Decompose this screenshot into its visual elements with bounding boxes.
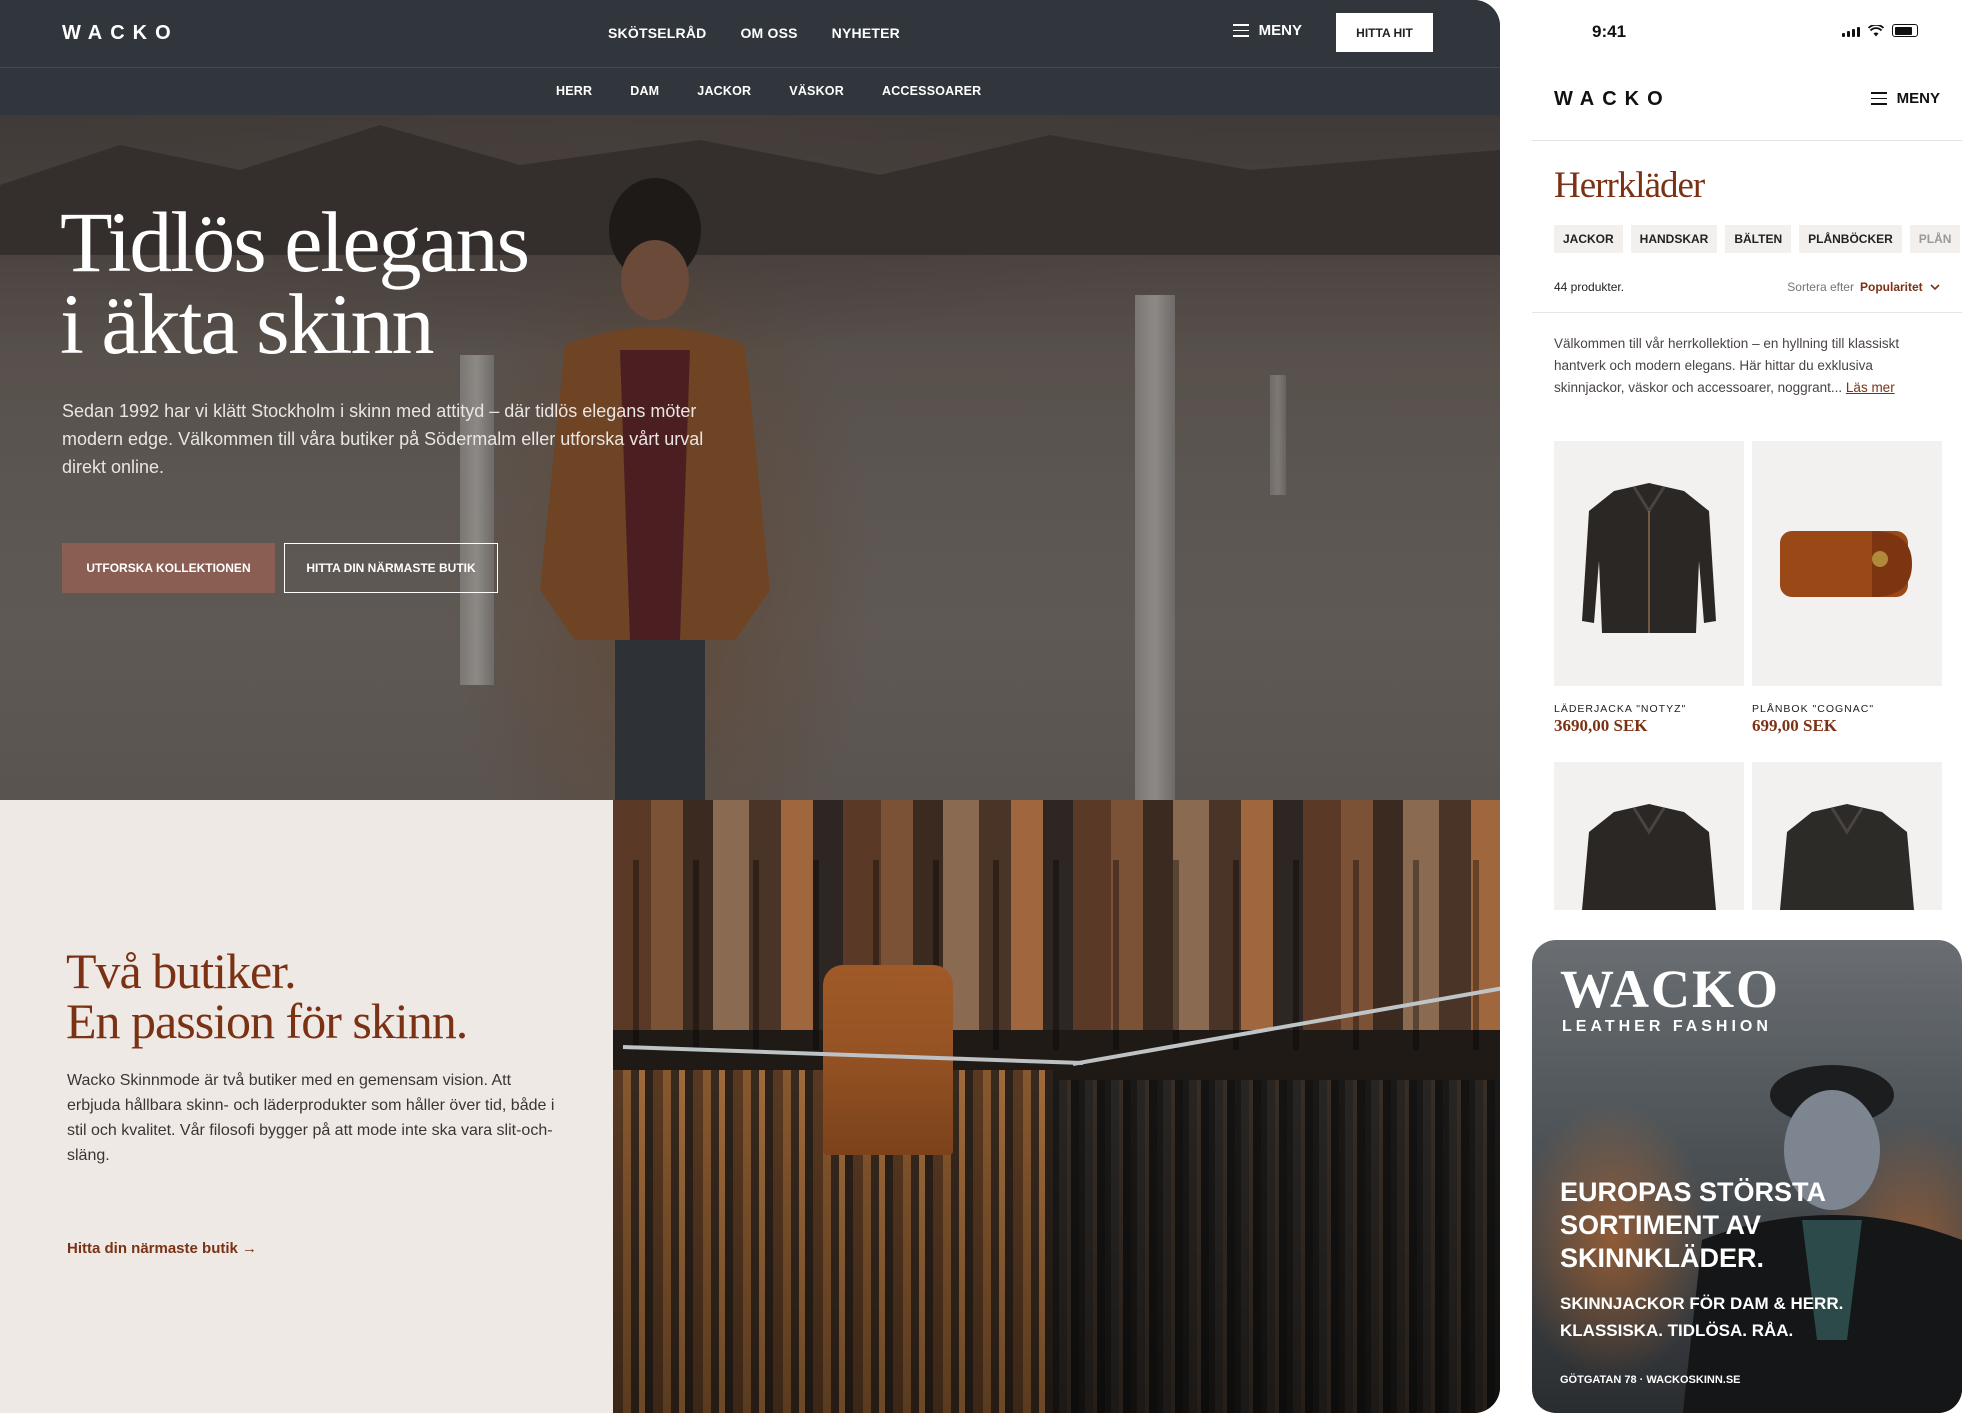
hero-section: Tidlös elegans i äkta skinn Sedan 1992 h… (0, 115, 1500, 800)
product-card-image[interactable] (1752, 762, 1942, 910)
about-title-line-2: En passion för skinn. (66, 993, 468, 1049)
signal-icon (1842, 27, 1860, 37)
find-store-link[interactable]: Hitta din närmaste butik → (67, 1240, 257, 1257)
sort-control[interactable]: Sortera efter Popularitet (1787, 280, 1940, 294)
product-name[interactable]: LÄDERJACKA "NOTYZ" (1554, 703, 1686, 715)
category-nav: HERR DAM JACKOR VÄSKOR ACCESSOARER (556, 84, 1019, 98)
status-bar: 9:41 (1532, 0, 1962, 62)
chip-jackor[interactable]: JACKOR (1554, 225, 1623, 253)
top-nav: SKÖTSELRÅD OM OSS NYHETER (608, 25, 900, 41)
nav-link-skotselrad[interactable]: SKÖTSELRÅD (608, 25, 706, 41)
poster-headline-2: SORTIMENT AV (1560, 1210, 1761, 1240)
chip-handskar[interactable]: HANDSKAR (1630, 225, 1718, 253)
image-shade (613, 800, 1500, 1413)
wallet-image (1780, 531, 1912, 597)
product-name[interactable]: PLÅNBOK "COGNAC" (1752, 703, 1874, 715)
desktop-site: WACKO SKÖTSELRÅD OM OSS NYHETER MENY HIT… (0, 0, 1500, 1413)
mobile-logo[interactable]: WACKO (1554, 88, 1671, 111)
about-title: Två butiker. En passion för skinn. (66, 943, 468, 1049)
hero-title: Tidlös elegans i äkta skinn (60, 199, 530, 367)
wifi-icon (1868, 25, 1884, 37)
mobile-header: WACKO MENY (1532, 62, 1962, 141)
nav-link-om-oss[interactable]: OM OSS (740, 25, 797, 41)
category-title: Herrkläder (1554, 165, 1705, 206)
mobile-menu-label: MENY (1896, 90, 1940, 107)
menu-button[interactable]: MENY (1232, 22, 1302, 39)
fence-post (1270, 375, 1286, 495)
poster-tagline: SKINNJACKOR FÖR DAM & HERR. KLASSISKA. T… (1560, 1290, 1843, 1344)
mobile-menu-button[interactable]: MENY (1870, 90, 1940, 107)
store-interior-image (613, 800, 1500, 1413)
category-dam[interactable]: DAM (630, 84, 659, 98)
results-bar: 44 produkter. Sortera efter Popularitet (1532, 270, 1962, 313)
hamburger-icon (1870, 92, 1887, 105)
sort-label: Sortera efter (1787, 280, 1854, 294)
site-logo[interactable]: WACKO (62, 22, 179, 45)
poster-logo: WACKO (1560, 959, 1781, 1019)
leather-jacket-image (1582, 483, 1716, 633)
find-store-button[interactable]: HITTA DIN NÄRMASTE BUTIK (284, 543, 498, 593)
about-title-line-1: Två butiker. (66, 943, 297, 999)
poster-headline-1: EUROPAS STÖRSTA (1560, 1177, 1827, 1207)
product-card-image[interactable] (1554, 441, 1744, 686)
about-body: Wacko Skinnmode är två butiker med en ge… (67, 1072, 555, 1164)
explore-collection-button[interactable]: UTFORSKA KOLLEKTIONEN (62, 543, 275, 593)
chip-planbocker[interactable]: PLÅNBÖCKER (1799, 225, 1902, 253)
poster-address: GÖTGATAN 78 · WACKOSKINN.SE (1560, 1374, 1741, 1386)
hero-body: Sedan 1992 har vi klätt Stockholm i skin… (62, 401, 704, 477)
hero-title-line-2: i äkta skinn (60, 276, 434, 372)
status-icons (1842, 24, 1918, 37)
promo-poster: WACKO LEATHER FASHION EUROPAS STÖRSTA SO… (1532, 940, 1962, 1413)
find-us-button[interactable]: HITTA HIT (1336, 13, 1433, 52)
category-accessoarer[interactable]: ACCESSOARER (882, 84, 981, 98)
category-jackor[interactable]: JACKOR (697, 84, 751, 98)
nav-link-nyheter[interactable]: NYHETER (832, 25, 900, 41)
chip-balten[interactable]: BÄLTEN (1725, 225, 1792, 253)
filter-chips: JACKOR HANDSKAR BÄLTEN PLÅNBÖCKER PLÅN (1554, 225, 1961, 253)
chip-plan[interactable]: PLÅN (1909, 225, 1961, 253)
category-vaskor[interactable]: VÄSKOR (789, 84, 844, 98)
read-more-link[interactable]: Läs mer (1846, 380, 1895, 395)
category-intro: Välkommen till vår herrkollektion – en h… (1554, 333, 1944, 399)
product-card-image[interactable] (1752, 441, 1942, 686)
category-herr[interactable]: HERR (556, 84, 592, 98)
poster-headline: EUROPAS STÖRSTA SORTIMENT AV SKINNKLÄDER… (1560, 1176, 1826, 1275)
sort-value: Popularitet (1859, 280, 1923, 294)
poster-tagline-2: KLASSISKA. TIDLÖSA. RÅA. (1560, 1321, 1794, 1340)
top-navigation-bar: WACKO SKÖTSELRÅD OM OSS NYHETER MENY HIT… (0, 0, 1500, 68)
menu-label: MENY (1258, 22, 1302, 39)
poster-subtitle: LEATHER FASHION (1562, 1018, 1772, 1035)
model-in-leather-jacket (540, 178, 770, 800)
poster-headline-3: SKINNKLÄDER. (1560, 1243, 1765, 1273)
battery-icon (1892, 24, 1918, 37)
product-price: 699,00 SEK (1752, 716, 1838, 735)
leather-jacket-image (1780, 804, 1914, 910)
about-section: Två butiker. En passion för skinn. Wacko… (0, 800, 613, 1413)
product-card-image[interactable] (1554, 762, 1744, 910)
fence-post (1135, 295, 1175, 800)
leather-jacket-image (1582, 804, 1716, 910)
product-price: 3690,00 SEK (1554, 716, 1648, 735)
clock: 9:41 (1592, 22, 1627, 41)
product-count: 44 produkter. (1554, 280, 1625, 294)
chevron-down-icon (1930, 284, 1940, 291)
hamburger-icon (1232, 24, 1249, 37)
category-bar: HERR DAM JACKOR VÄSKOR ACCESSOARER (0, 68, 1500, 116)
poster-tagline-1: SKINNJACKOR FÖR DAM & HERR. (1560, 1294, 1844, 1313)
mobile-category-page: 9:41 WACKO MENY Herrkläder JACKOR HANDSK… (1532, 0, 1962, 910)
